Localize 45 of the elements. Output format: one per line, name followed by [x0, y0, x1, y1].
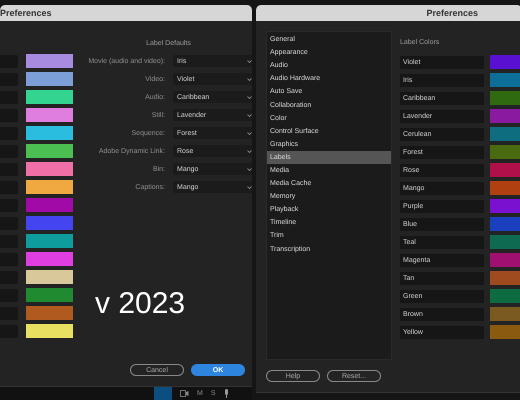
color-swatch[interactable] [490, 271, 520, 285]
color-swatch[interactable] [490, 253, 520, 267]
color-swatch[interactable] [490, 127, 520, 141]
color-swatch[interactable] [490, 181, 520, 195]
chevron-icon [247, 132, 252, 134]
chevron-icon [247, 60, 252, 62]
color-swatch[interactable] [26, 288, 73, 302]
color-swatch[interactable] [490, 307, 520, 321]
color-swatch[interactable] [26, 252, 73, 266]
color-swatch[interactable] [26, 144, 73, 158]
color-swatch[interactable] [26, 306, 73, 320]
color-swatch[interactable] [26, 270, 73, 284]
color-swatch[interactable] [490, 109, 520, 123]
color-swatch[interactable] [490, 91, 520, 105]
color-swatch[interactable] [490, 325, 520, 339]
version-annotation: v 2023 [95, 287, 186, 321]
microphone-icon[interactable] [224, 389, 229, 398]
color-swatch[interactable] [26, 324, 73, 338]
color-swatch[interactable] [26, 108, 73, 122]
color-swatch[interactable] [26, 72, 73, 86]
window-title: Preferences [0, 8, 52, 18]
chevron-icon [247, 168, 252, 170]
color-swatch[interactable] [26, 180, 73, 194]
color-swatch[interactable] [490, 199, 520, 213]
color-swatch[interactable] [26, 198, 73, 212]
color-swatch[interactable] [490, 217, 520, 231]
color-swatch[interactable] [490, 163, 520, 177]
color-swatch[interactable] [26, 90, 73, 104]
color-swatch[interactable] [490, 235, 520, 249]
chevron-icon [247, 186, 252, 188]
chevron-icon [247, 114, 252, 116]
chevron-icon [247, 96, 252, 98]
color-swatch[interactable] [26, 162, 73, 176]
color-swatch[interactable] [26, 54, 73, 68]
color-swatch[interactable] [490, 73, 520, 87]
color-swatch[interactable] [26, 234, 73, 248]
color-swatch[interactable] [490, 145, 520, 159]
color-swatch[interactable] [490, 289, 520, 303]
window-title: Preferences [426, 8, 478, 18]
track-icon[interactable] [180, 390, 189, 397]
chevron-icon [247, 150, 252, 152]
chevron-icon [247, 78, 252, 80]
color-swatch[interactable] [26, 126, 73, 140]
color-swatch[interactable] [490, 55, 520, 69]
color-swatch[interactable] [26, 216, 73, 230]
